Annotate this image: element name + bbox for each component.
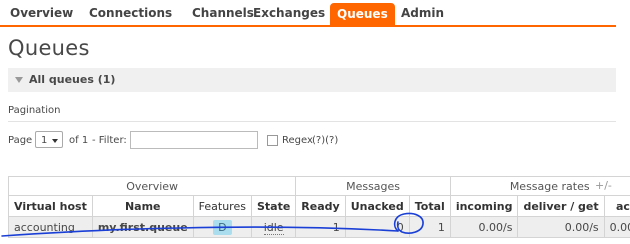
col-state[interactable]: State: [250, 195, 297, 217]
page-title: Queues: [8, 36, 90, 60]
col-ack[interactable]: ack: [603, 195, 630, 217]
col-unacked[interactable]: Unacked: [344, 195, 410, 217]
pagination-label: Pagination: [8, 105, 61, 116]
pagination-controls: Page 1 of 1 - Filter: Regex (?)(?): [8, 131, 618, 151]
main-nav: Overview Connections Channels Exchanges …: [0, 0, 630, 27]
durable-badge[interactable]: D: [213, 219, 232, 235]
cell-ack: 0.00/s: [603, 216, 630, 238]
col-deliver-get[interactable]: deliver / get: [517, 195, 605, 217]
page-select-value: 1: [41, 135, 48, 146]
section-title: All queues (1): [29, 73, 116, 86]
table-column-header: Virtual host Name Features State Ready U…: [8, 195, 630, 217]
page-select[interactable]: 1: [35, 131, 63, 148]
page-label: Page: [8, 135, 33, 146]
tab-exchanges[interactable]: Exchanges: [246, 2, 332, 24]
tab-overview[interactable]: Overview: [3, 2, 80, 24]
group-overview: Overview: [7, 176, 297, 196]
cell-features: D: [192, 216, 252, 238]
regex-label: Regex: [282, 135, 313, 146]
cell-ready: 1: [295, 216, 346, 238]
col-incoming[interactable]: incoming: [449, 195, 519, 217]
filter-input[interactable]: [130, 131, 258, 149]
filter-label: - Filter:: [92, 135, 127, 146]
page-count: of 1: [69, 135, 89, 146]
tab-queues[interactable]: Queues: [330, 3, 395, 26]
chevron-down-icon: [52, 139, 58, 143]
tab-connections[interactable]: Connections: [82, 2, 179, 24]
regex-checkbox[interactable]: [267, 135, 278, 146]
cell-total: 1: [408, 216, 451, 238]
all-queues-section-toggle[interactable]: All queues (1): [8, 68, 616, 92]
group-messages: Messages: [295, 176, 451, 196]
state-status: idle: [263, 220, 284, 235]
cell-deliver-get: 0.00/s: [517, 216, 605, 238]
cell-unacked: 0: [344, 216, 410, 238]
col-total[interactable]: Total: [408, 195, 451, 217]
queue-name-link[interactable]: my.first.queue: [91, 216, 194, 238]
col-name[interactable]: Name: [91, 195, 194, 217]
col-virtual-host[interactable]: Virtual host: [8, 195, 93, 217]
nav-underline: [0, 25, 616, 27]
col-features[interactable]: Features: [192, 195, 252, 217]
cell-vhost: accounting: [8, 216, 93, 238]
queues-table: Overview Messages Message rates Virtual …: [7, 176, 630, 238]
divider: [8, 121, 616, 122]
column-toggle-button[interactable]: +/-: [595, 179, 612, 192]
table-row: accounting my.first.queue D idle 1 0 1 0…: [8, 216, 630, 238]
col-ready[interactable]: Ready: [295, 195, 346, 217]
tab-admin[interactable]: Admin: [394, 2, 451, 24]
cell-incoming: 0.00/s: [449, 216, 519, 238]
collapse-triangle-icon: [15, 77, 23, 83]
cell-state: idle: [250, 216, 297, 238]
table-group-header: Overview Messages Message rates: [7, 176, 630, 196]
regex-help-link[interactable]: (?)(?): [312, 135, 338, 146]
